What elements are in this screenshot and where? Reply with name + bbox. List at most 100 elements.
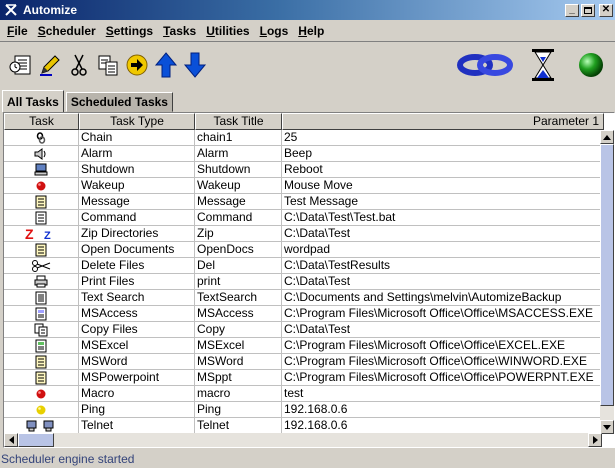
scissors-icon (31, 259, 51, 272)
chain-icon (35, 131, 47, 144)
table-row[interactable]: Chain chain1 25 (4, 130, 602, 146)
parameter-1-cell: C:\Data\Test\Test.bat (282, 210, 602, 226)
move-up-button[interactable] (151, 48, 180, 82)
table-row[interactable]: Command Command C:\Data\Test\Test.bat (4, 210, 602, 226)
table-row[interactable]: Telnet Telnet 192.168.0.6 (4, 418, 602, 434)
table-row[interactable]: Alarm Alarm Beep (4, 146, 602, 162)
task-type-cell: MSWord (79, 354, 195, 370)
red-dot-icon (36, 181, 46, 191)
horizontal-scrollbar[interactable] (4, 433, 602, 447)
menu-utilities[interactable]: Utilities (201, 24, 254, 38)
table-row[interactable]: Print Files print C:\Data\Test (4, 274, 602, 290)
menu-bar: File Scheduler Settings Tasks Utilities Logs H… (0, 20, 615, 42)
task-title-cell: MSExcel (195, 338, 282, 354)
vertical-scroll-thumb[interactable] (600, 144, 614, 406)
toolbar (0, 43, 615, 87)
red-dot-icon (36, 389, 46, 399)
task-icon-cell (4, 274, 79, 290)
table-row[interactable]: Z Z Zip Directories Zip C:\Data\Test (4, 226, 602, 242)
parameter-1-cell: Reboot (282, 162, 602, 178)
scroll-down-button[interactable] (600, 420, 614, 434)
task-icon-cell (4, 146, 79, 162)
menu-file[interactable]: File (2, 24, 33, 38)
task-icon-cell: ZZ (4, 226, 79, 242)
task-icon-cell (4, 402, 79, 418)
parameter-1-cell: C:\Data\Test (282, 274, 602, 290)
copy-button[interactable] (93, 48, 122, 82)
arrow-right-icon (592, 436, 598, 444)
table-row[interactable]: Text Search TextSearch C:\Documents and Se… (4, 290, 602, 306)
task-type-cell: MSAccess (79, 306, 195, 322)
task-title-cell: macro (195, 386, 282, 402)
horizontal-scroll-thumb[interactable] (18, 433, 54, 447)
table-row[interactable]: Open Documents OpenDocs wordpad (4, 242, 602, 258)
task-title-cell: TextSearch (195, 290, 282, 306)
table-row[interactable]: MSAccess MSAccess C:\Program Files\Microso… (4, 306, 602, 322)
task-icon-cell (4, 370, 79, 386)
cut-button[interactable] (64, 48, 93, 82)
hourglass-button[interactable] (530, 43, 556, 87)
menu-scheduler[interactable]: Scheduler (33, 24, 101, 38)
maximize-button[interactable] (581, 3, 595, 17)
parameter-1-cell: C:\Data\TestResults (282, 258, 602, 274)
move-down-button[interactable] (180, 48, 209, 82)
task-icon-cell (4, 194, 79, 210)
menu-settings[interactable]: Settings (101, 24, 158, 38)
tab-all-tasks[interactable]: All Tasks (2, 90, 64, 112)
task-icon-cell (4, 130, 79, 146)
task-type-cell: Telnet (79, 418, 195, 434)
task-icon-cell (4, 258, 79, 274)
zip-icon: ZZ (24, 227, 58, 240)
task-icon-cell (4, 418, 79, 434)
task-title-cell: Shutdown (195, 162, 282, 178)
parameter-1-cell: 25 (282, 130, 602, 146)
task-type-cell: Wakeup (79, 178, 195, 194)
menu-tasks[interactable]: Tasks (158, 24, 201, 38)
table-row[interactable]: Message Message Test Message (4, 194, 602, 210)
tab-scheduled-tasks[interactable]: Scheduled Tasks (65, 92, 173, 112)
minimize-button[interactable]: _ (565, 3, 579, 17)
table-row[interactable]: Wakeup Wakeup Mouse Move (4, 178, 602, 194)
parameter-1-cell: C:\Program Files\Microsoft Office\Office… (282, 354, 602, 370)
column-header-task-title[interactable]: Task Title (195, 113, 282, 130)
menu-help[interactable]: Help (293, 24, 329, 38)
table-row[interactable]: MSExcel MSExcel C:\Program Files\Microsoft… (4, 338, 602, 354)
task-type-cell: MSExcel (79, 338, 195, 354)
table-row[interactable]: MSPowerpoint MSppt C:\Program Files\Micros… (4, 370, 602, 386)
msword-icon (35, 355, 47, 369)
task-type-cell: Chain (79, 130, 195, 146)
table-row[interactable]: Delete Files Del C:\Data\TestResults (4, 258, 602, 274)
scroll-up-button[interactable] (600, 130, 614, 144)
chain-link-button[interactable] (457, 43, 513, 87)
chain-link-icon (457, 54, 513, 76)
telnet-icon (26, 420, 56, 432)
column-header-task[interactable]: Task (4, 113, 79, 130)
status-bar: Scheduler engine started (1, 452, 135, 466)
table-row[interactable]: Macro macro test (4, 386, 602, 402)
scroll-left-button[interactable] (4, 433, 18, 447)
edit-task-button[interactable] (35, 48, 64, 82)
move-up-icon (154, 52, 177, 78)
close-button[interactable]: ✕ (599, 3, 613, 17)
yellow-dot-icon (36, 405, 46, 415)
table-row[interactable]: Ping Ping 192.168.0.6 (4, 402, 602, 418)
computer-icon (34, 163, 48, 176)
column-header-task-type[interactable]: Task Type (79, 113, 195, 130)
engine-status-indicator[interactable] (578, 43, 604, 87)
task-title-cell: Alarm (195, 146, 282, 162)
column-header-parameter-1[interactable]: Parameter 1 (282, 113, 604, 130)
table-row[interactable]: MSWord MSWord C:\Program Files\Microsoft O… (4, 354, 602, 370)
table-row[interactable]: Shutdown Shutdown Reboot (4, 162, 602, 178)
menu-logs[interactable]: Logs (255, 24, 294, 38)
vertical-scrollbar[interactable] (600, 130, 614, 434)
msexcel-icon (35, 339, 47, 353)
table-row[interactable]: Copy Files Copy C:\Data\Test (4, 322, 602, 338)
close-icon: ✕ (601, 4, 611, 15)
task-title-cell: OpenDocs (195, 242, 282, 258)
task-type-cell: Zip Directories (79, 226, 195, 242)
task-icon-cell (4, 386, 79, 402)
scroll-right-button[interactable] (588, 433, 602, 447)
run-button[interactable] (122, 48, 151, 82)
new-task-button[interactable] (6, 48, 35, 82)
task-type-cell: Open Documents (79, 242, 195, 258)
